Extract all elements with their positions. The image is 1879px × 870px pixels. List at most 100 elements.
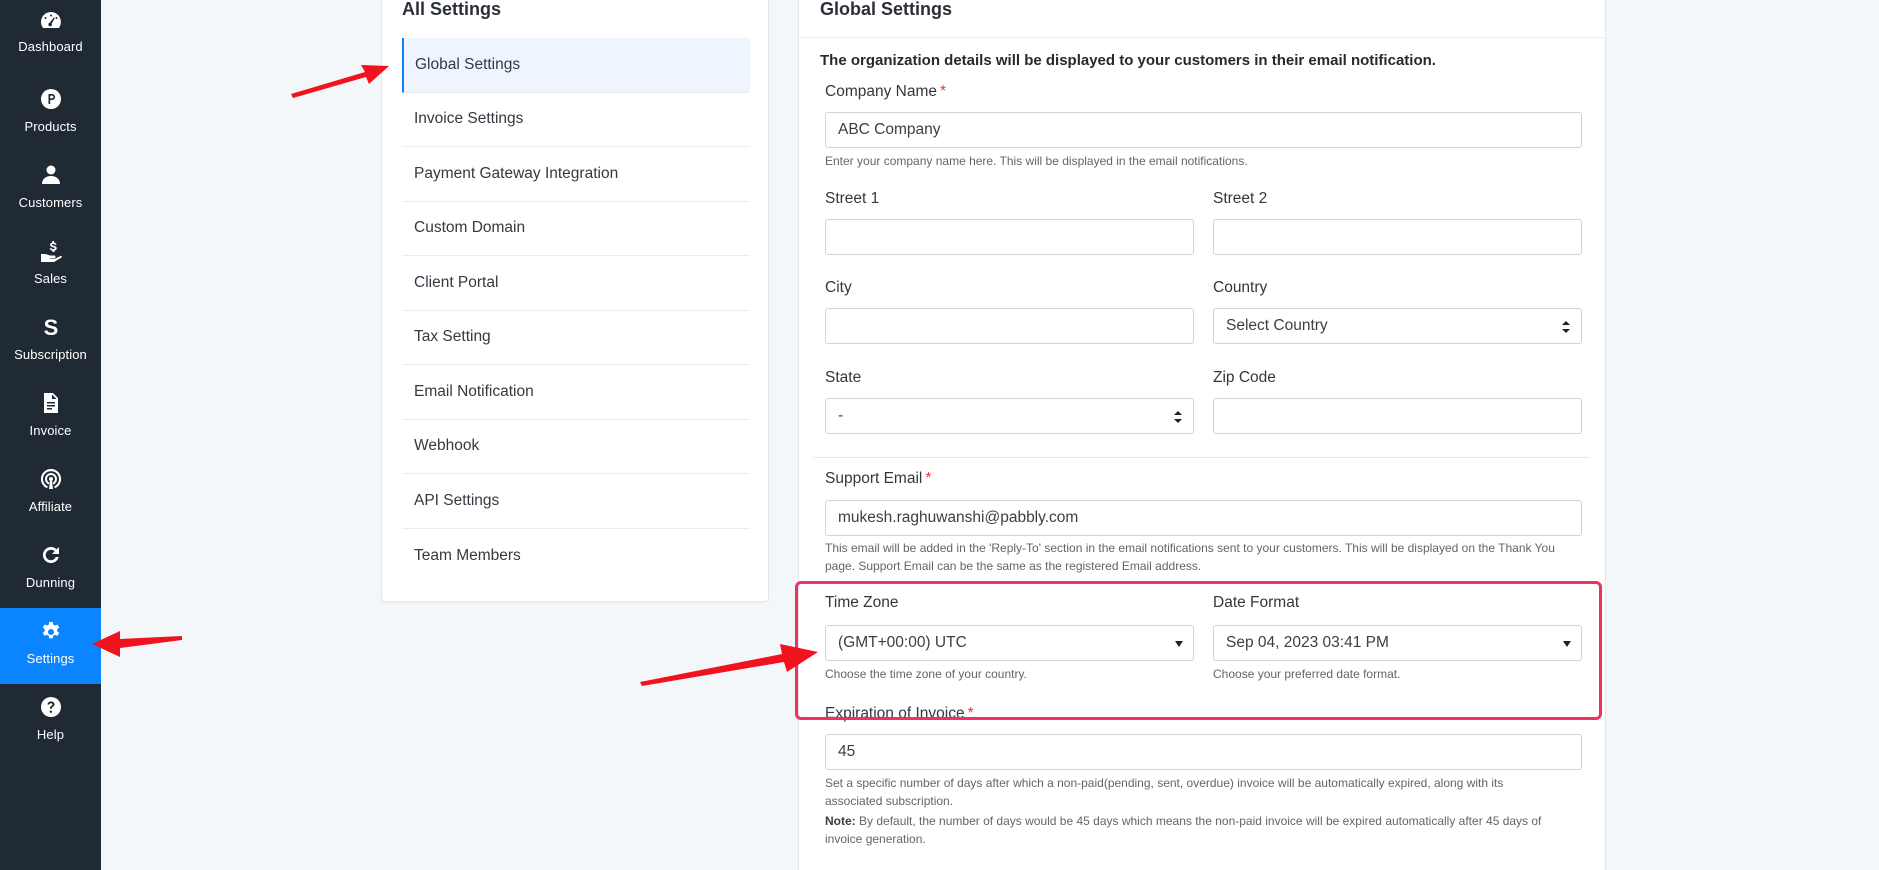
city-input[interactable] <box>825 308 1194 344</box>
time-zone-help: Choose the time zone of your country. <box>825 667 1027 681</box>
city-label: City <box>825 279 852 296</box>
company-name-input[interactable]: ABC Company <box>825 112 1582 148</box>
select-arrows-icon <box>1174 411 1182 423</box>
state-select-value: - <box>838 407 844 424</box>
nav-item-settings[interactable]: Settings <box>0 608 101 684</box>
menu-item-tax-setting[interactable]: Tax Setting <box>402 311 750 365</box>
nav-item-products[interactable]: Products <box>0 76 101 152</box>
country-label: Country <box>1213 279 1268 296</box>
subscription-icon: S <box>38 314 64 340</box>
country-select[interactable]: Select Country <box>1213 308 1582 344</box>
street1-label: Street 1 <box>825 190 880 207</box>
note-text: By default, the number of days would be … <box>855 814 1542 828</box>
menu-item-custom-domain[interactable]: Custom Domain <box>402 202 750 256</box>
invoice-icon <box>38 390 64 416</box>
nav-item-invoice[interactable]: Invoice <box>0 380 101 456</box>
nav-label: Customers <box>18 195 83 210</box>
annotation-arrow-global-settings <box>291 65 389 98</box>
caret-down-icon <box>1175 641 1183 647</box>
sales-icon <box>38 238 64 264</box>
expiration-note-line2: invoice generation. <box>825 832 926 846</box>
annotation-arrow-time-zone <box>640 644 818 686</box>
support-email-help: This email will be added in the 'Reply-T… <box>825 539 1585 575</box>
menu-item-email-notification[interactable]: Email Notification <box>402 365 750 420</box>
dashboard-icon <box>38 8 64 34</box>
annotation-arrow-settings <box>92 631 182 657</box>
nav-label: Settings <box>26 651 75 666</box>
settings-menu-title: All Settings <box>402 0 502 19</box>
nav-item-dunning[interactable]: Dunning <box>0 532 101 608</box>
nav-label: Dashboard <box>18 39 83 54</box>
nav-item-sales[interactable]: Sales <box>0 228 101 304</box>
company-name-label-text: Company Name <box>825 83 937 100</box>
menu-item-invoice-settings[interactable]: Invoice Settings <box>402 93 750 147</box>
nav-item-help[interactable]: Help <box>0 684 101 760</box>
zip-code-input[interactable] <box>1213 398 1582 434</box>
menu-item-payment-gateway-integration[interactable]: Payment Gateway Integration <box>402 147 750 202</box>
state-label: State <box>825 369 862 386</box>
expiration-help-line1: Set a specific number of days after whic… <box>825 776 1504 790</box>
nav-label: Sales <box>33 271 68 286</box>
global-settings-form: Global Settings The organization details… <box>798 0 1606 870</box>
nav-item-dashboard[interactable]: Dashboard <box>0 0 101 76</box>
nav-item-customers[interactable]: Customers <box>0 152 101 228</box>
expiration-note-line1: Note: By default, the number of days wou… <box>825 812 1585 830</box>
menu-item-api-settings[interactable]: API Settings <box>402 474 750 529</box>
nav-label: Dunning <box>25 575 76 590</box>
expiration-input[interactable]: 45 <box>825 734 1582 770</box>
state-select[interactable]: - <box>825 398 1194 434</box>
street1-input[interactable] <box>825 219 1194 255</box>
expiration-label-text: Expiration of Invoice <box>825 705 965 722</box>
support-email-label-text: Support Email <box>825 470 923 487</box>
support-email-help-line1: This email will be added in the 'Reply-T… <box>825 541 1555 555</box>
caret-down-icon <box>1563 641 1571 647</box>
time-zone-select-value: (GMT+00:00) UTC <box>838 634 967 651</box>
nav-label: Products <box>24 119 77 134</box>
street2-label: Street 2 <box>1213 190 1268 207</box>
expiration-help: Set a specific number of days after whic… <box>825 774 1585 810</box>
select-arrows-icon <box>1562 321 1570 333</box>
required-marker: * <box>967 705 974 722</box>
company-name-help: Enter your company name here. This will … <box>825 154 1248 168</box>
date-format-label: Date Format <box>1213 594 1300 611</box>
nav-item-affiliate[interactable]: Affiliate <box>0 456 101 532</box>
street2-input[interactable] <box>1213 219 1582 255</box>
required-marker: * <box>925 470 932 487</box>
settings-menu-card: All Settings Global Settings Invoice Set… <box>381 0 769 602</box>
expiration-note: Note: By default, the number of days wou… <box>825 812 1585 848</box>
nav-item-subscription[interactable]: S Subscription <box>0 304 101 380</box>
date-format-help: Choose your preferred date format. <box>1213 667 1401 681</box>
date-format-select[interactable]: Sep 04, 2023 03:41 PM <box>1213 625 1582 661</box>
form-title: Global Settings <box>820 0 953 19</box>
user-icon <box>38 162 64 188</box>
nav-label: Subscription <box>14 347 87 362</box>
country-select-value: Select Country <box>1226 317 1328 334</box>
company-name-label: Company Name * <box>825 83 946 101</box>
refresh-icon <box>38 542 64 568</box>
support-email-input[interactable]: mukesh.raghuwanshi@pabbly.com <box>825 500 1582 536</box>
products-icon <box>38 86 64 112</box>
expiration-label: Expiration of Invoice * <box>825 705 974 723</box>
menu-item-webhook[interactable]: Webhook <box>402 420 750 474</box>
date-format-select-value: Sep 04, 2023 03:41 PM <box>1226 634 1389 651</box>
menu-item-team-members[interactable]: Team Members <box>402 529 750 584</box>
time-zone-select[interactable]: (GMT+00:00) UTC <box>825 625 1194 661</box>
nav-label: Affiliate <box>28 499 73 514</box>
support-email-help-line2: page. Support Email can be the same as t… <box>825 559 1202 573</box>
settings-menu-list: Global Settings Invoice Settings Payment… <box>402 38 750 583</box>
affiliate-icon <box>38 466 64 492</box>
svg-text:S: S <box>43 315 58 339</box>
help-icon <box>38 694 64 720</box>
nav-label: Invoice <box>29 423 72 438</box>
zip-code-label: Zip Code <box>1213 369 1276 386</box>
support-email-label: Support Email * <box>825 470 931 488</box>
menu-item-global-settings[interactable]: Global Settings <box>402 38 750 93</box>
form-header: Global Settings <box>799 0 1605 38</box>
time-zone-label: Time Zone <box>825 594 899 611</box>
expiration-help-line2: associated subscription. <box>825 794 954 808</box>
note-label: Note: <box>825 814 856 828</box>
section-divider <box>814 457 1590 458</box>
menu-item-client-portal[interactable]: Client Portal <box>402 256 750 311</box>
nav-label: Help <box>36 727 65 742</box>
required-marker: * <box>940 83 947 100</box>
